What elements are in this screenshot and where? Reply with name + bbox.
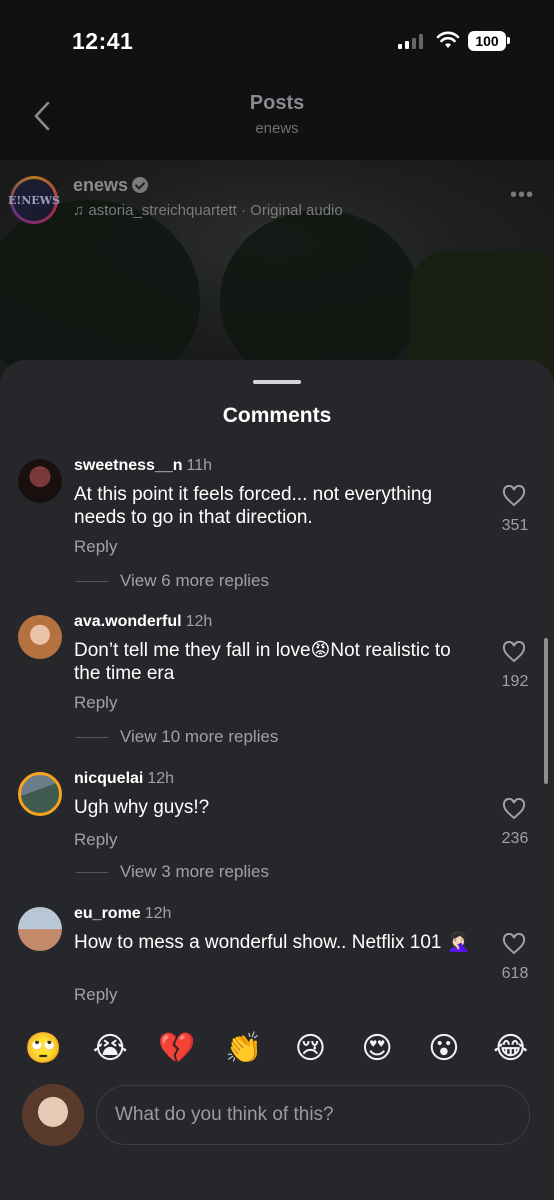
emoji-reaction-bar: 🙄 😭 💔 👏 😢 😍 😮 😂 (0, 1020, 554, 1076)
commenter-username[interactable]: sweetness__n 11h (74, 457, 212, 475)
comment-time: 12h (185, 613, 213, 630)
emoji-sad-button[interactable]: 😢 (286, 1031, 334, 1066)
comment-time: 12h (147, 770, 175, 787)
status-time: 12:41 (72, 28, 134, 54)
emoji-broken-heart-button[interactable]: 💔 (153, 1031, 201, 1066)
comments-scrollbar[interactable] (544, 638, 548, 784)
post-author-username[interactable]: enews (73, 175, 149, 196)
reply-button[interactable]: Reply (74, 985, 117, 1005)
commenter-username[interactable]: ava.wonderful 12h (74, 613, 212, 631)
commenter-avatar[interactable] (18, 615, 62, 659)
commenter-name: sweetness__n (74, 457, 183, 474)
emoji-surprised-button[interactable]: 😮 (420, 1031, 468, 1066)
post-audio-link[interactable]: ♫ astoria_streichquartett · Original aud… (73, 202, 343, 219)
more-options-icon[interactable]: ••• (510, 184, 534, 207)
commenter-name: ava.wonderful (74, 613, 182, 630)
comment-text: Ugh why guys!? (74, 797, 210, 818)
cellular-signal-icon (398, 33, 423, 49)
post-author-logo: E!NEWS (8, 179, 60, 221)
battery-icon: 100 (468, 31, 510, 51)
page-title: Posts (249, 92, 305, 114)
wifi-icon (436, 31, 460, 48)
commenter-avatar[interactable] (18, 459, 62, 503)
commenter-username[interactable]: eu_rome 12h (74, 905, 171, 923)
music-note-icon: ♫ (73, 202, 85, 219)
verified-badge-icon (132, 177, 149, 193)
emoji-clapping-button[interactable]: 👏 (220, 1031, 268, 1066)
comments-title: Comments (222, 404, 332, 427)
view-more-replies-button[interactable]: View 6 more replies (76, 571, 269, 591)
emoji-crying-button[interactable]: 😭 (86, 1031, 134, 1066)
sheet-grabber-handle[interactable] (253, 380, 301, 384)
commenter-avatar[interactable] (18, 772, 62, 816)
emoji-heart-eyes-button[interactable]: 😍 (353, 1031, 401, 1066)
like-count: 351 (501, 517, 529, 534)
like-heart-icon[interactable] (502, 485, 526, 507)
post-header: E!NEWS enews ♫ astoria_streichquartett ·… (8, 170, 544, 230)
comment-input[interactable] (96, 1085, 530, 1145)
view-more-replies-button[interactable]: View 3 more replies (76, 862, 269, 882)
reply-button[interactable]: Reply (74, 693, 117, 713)
like-heart-icon[interactable] (502, 798, 526, 820)
post-audio-label: astoria_streichquartett · Original audio (88, 202, 343, 219)
emoji-eye-roll-button[interactable]: 🙄 (19, 1031, 67, 1066)
like-count: 192 (501, 673, 529, 690)
commenter-name: eu_rome (74, 905, 141, 922)
current-user-avatar (22, 1084, 84, 1146)
commenter-username[interactable]: nicquelai 12h (74, 770, 174, 788)
like-heart-icon[interactable] (502, 933, 526, 955)
reply-button[interactable]: Reply (74, 830, 117, 850)
nav-header: Posts enews (0, 80, 554, 160)
like-count: 236 (501, 830, 529, 847)
status-bar: 12:41 100 (0, 0, 554, 80)
comment-composer (0, 1076, 554, 1200)
comment-text: How to mess a wonderful show.. Netflix 1… (74, 932, 471, 953)
view-more-replies-button[interactable]: View 10 more replies (76, 727, 278, 747)
comment-time: 12h (144, 905, 172, 922)
post-author-name: enews (73, 175, 129, 195)
post-author-avatar[interactable]: E!NEWS (8, 176, 60, 224)
comment-text: Don’t tell me they fall in love😡Not real… (74, 640, 451, 684)
like-count: 618 (501, 965, 529, 982)
commenter-name: nicquelai (74, 770, 144, 787)
like-heart-icon[interactable] (502, 641, 526, 663)
reply-button[interactable]: Reply (74, 537, 117, 557)
comment-text: At this point it feels forced... not eve… (74, 484, 433, 528)
emoji-laughing-button[interactable]: 😂 (487, 1031, 535, 1066)
page-subtitle: enews (255, 120, 299, 137)
commenter-avatar[interactable] (18, 907, 62, 951)
comment-time: 11h (186, 457, 213, 474)
